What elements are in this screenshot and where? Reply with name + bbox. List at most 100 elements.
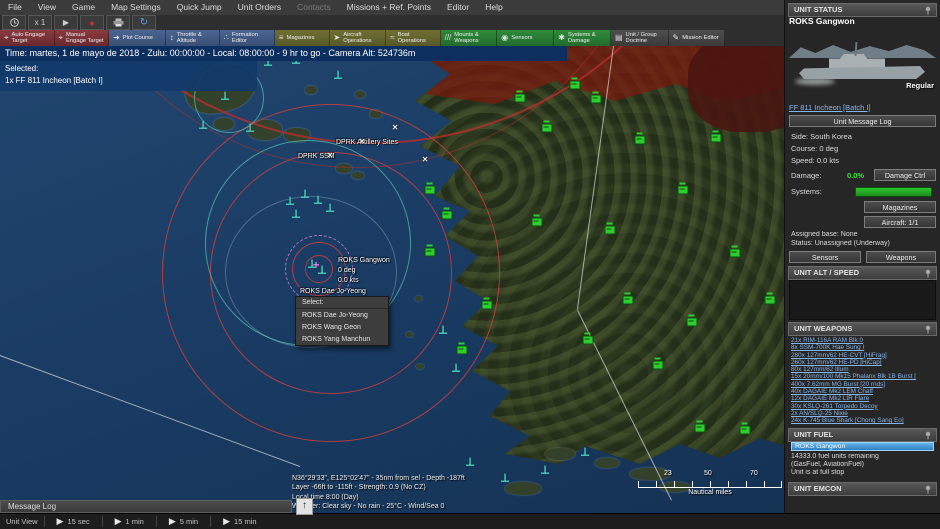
unit-class-link[interactable]: FF 811 Incheon [Batch I] [789, 103, 934, 112]
map-marker-navy[interactable]: ⊥ [198, 119, 208, 132]
mounts-weapons-button[interactable]: ///Mounts & Weapons [440, 30, 498, 46]
fuel-selected-unit-row[interactable]: ROKS Gangwon [791, 442, 934, 451]
weapon-link[interactable]: 260x 127mm/62 HE-PD [HiCap] [791, 359, 936, 366]
map-marker-navy[interactable]: ⊥ [313, 194, 323, 207]
map-marker-army[interactable] [514, 90, 526, 103]
damage-ctrl-button[interactable]: Damage Ctrl [874, 169, 936, 181]
context-menu-item[interactable]: ROKS Yang Manchun [296, 333, 388, 345]
record-button[interactable]: ● [80, 15, 104, 30]
aircraft-operations-button[interactable]: ➤ Aircraft Operations [329, 30, 387, 46]
weapon-link[interactable]: 80x 127mm/62 Illum [791, 366, 936, 373]
sensors-button[interactable]: ◉ Sensors [497, 30, 555, 46]
map-marker-army[interactable] [694, 420, 706, 433]
map-marker-xsite[interactable]: × [327, 151, 333, 162]
map-marker-army[interactable] [424, 244, 436, 257]
formation-editor-button[interactable]: ∴ Formation Editor [219, 30, 275, 46]
weapon-link[interactable]: 15x 20mm/100 Mk15 Phalanx Blk 1B Burst [ [791, 373, 936, 380]
map-marker-army[interactable] [652, 357, 664, 370]
weapons-sidebar-button[interactable]: Weapons [866, 251, 936, 263]
unit-status-header[interactable]: UNIT STATUS [788, 3, 937, 17]
weapon-link[interactable]: 400x 7.62mm MG Burst [20 rnds] [791, 381, 936, 388]
map-marker-navy[interactable]: ⊥ [451, 362, 461, 375]
map-marker-army[interactable] [582, 332, 594, 345]
throttle-altitude-button[interactable]: ↕ Throttle & Altitude [165, 30, 220, 46]
menu-editor[interactable]: Editor [439, 0, 477, 15]
time-step-5min-button[interactable]: ▶ 5 min [163, 516, 204, 527]
magazines-sidebar-button[interactable]: Magazines [864, 201, 936, 213]
manual-engage-target-button[interactable]: ⌖ Manual Engage Target [54, 30, 110, 46]
map-marker-army[interactable] [481, 297, 493, 310]
menu-unit-orders[interactable]: Unit Orders [230, 0, 289, 15]
map-marker-navy[interactable]: ⊥ [307, 258, 317, 271]
map-marker-army[interactable] [456, 342, 468, 355]
tactical-map[interactable]: DPRK Artillery Sites DPRK SSM ROKS Gangwon… [0, 46, 785, 513]
weapon-link[interactable]: 280x 127mm/62 HE-CVT [HiFrag] [791, 352, 936, 359]
map-marker-navy[interactable]: ⊥ [438, 324, 448, 337]
pin-icon[interactable] [924, 325, 932, 334]
map-marker-army[interactable] [710, 130, 722, 143]
time-step-1min-button[interactable]: ▶ 1 min [109, 516, 150, 527]
weapon-link[interactable]: 40x DAGAIE Mk2 LEM Chaff [791, 388, 936, 395]
map-marker-army[interactable] [590, 91, 602, 104]
unit-alt-speed-header[interactable]: UNIT ALT / SPEED [788, 266, 937, 280]
map-marker-navy[interactable]: ⊥ [220, 90, 230, 103]
sensors-sidebar-button[interactable]: Sensors [789, 251, 861, 263]
map-marker-army[interactable] [604, 222, 616, 235]
map-marker-army[interactable] [764, 292, 776, 305]
map-marker-navy[interactable]: ⊥ [300, 188, 310, 201]
menu-game[interactable]: Game [64, 0, 103, 15]
map-marker-navy[interactable]: ⊥ [291, 208, 301, 221]
message-log-panel-header[interactable]: Message Log [0, 500, 292, 513]
weapon-link[interactable]: 8x SSM-700K Hae Sung I [791, 344, 936, 351]
map-marker-navy[interactable]: ⊥ [317, 264, 327, 277]
menu-file[interactable]: File [0, 0, 30, 15]
time-step-15min-button[interactable]: ▶ 15 min [217, 516, 262, 527]
menu-view[interactable]: View [30, 0, 64, 15]
weapon-link[interactable]: 21x RIM-116A RAM Blk 0 [791, 337, 936, 344]
clock-icon[interactable] [2, 15, 26, 30]
time-compression-value[interactable]: x 1 [28, 15, 52, 30]
menu-quick-jump[interactable]: Quick Jump [169, 0, 230, 15]
weapon-link[interactable]: 2x AN/SLQ-25 Nixie [791, 410, 936, 417]
unit-weapons-header[interactable]: UNIT WEAPONS [788, 322, 937, 336]
map-marker-xsite[interactable]: × [422, 155, 428, 166]
time-step-15sec-button[interactable]: ▶ 15 sec [51, 516, 96, 527]
map-marker-army[interactable] [686, 314, 698, 327]
map-marker-army[interactable] [739, 422, 751, 435]
map-marker-army[interactable] [622, 292, 634, 305]
menu-map-settings[interactable]: Map Settings [103, 0, 169, 15]
map-marker-navy[interactable]: ⊥ [580, 446, 590, 459]
map-marker-navy[interactable]: ⊥ [465, 456, 475, 469]
map-marker-xsite[interactable]: × [392, 123, 398, 134]
mission-editor-button[interactable]: ✎ Mission Editor [668, 30, 726, 46]
map-marker-navy[interactable]: ⊥ [245, 122, 255, 135]
pin-icon[interactable] [924, 485, 932, 494]
menu-help[interactable]: Help [477, 0, 510, 15]
map-marker-army[interactable] [634, 132, 646, 145]
pin-icon[interactable] [924, 431, 932, 440]
boat-operations-button[interactable]: ≈ Boat Operations [386, 30, 441, 46]
weapon-link[interactable]: 12x DAGAIE Mk2 LIR Flare [791, 395, 936, 402]
map-marker-navy[interactable]: ⊥ [285, 195, 295, 208]
aircraft-button[interactable]: Aircraft: 1/1 [864, 216, 936, 228]
map-marker-navy[interactable]: ⊥ [333, 69, 343, 82]
magazines-button[interactable]: ≡ Magazines [274, 30, 330, 46]
map-marker-army[interactable] [424, 182, 436, 195]
pin-icon[interactable] [924, 269, 932, 278]
center-on-unit-button[interactable]: ↑ [296, 498, 313, 515]
menu-missions-ref-points[interactable]: Missions + Ref. Points [339, 0, 439, 15]
unit-emcon-header[interactable]: UNIT EMCON [788, 482, 937, 496]
context-menu-item[interactable]: ROKS Dae Jo-Yeong [296, 309, 388, 321]
weapon-link[interactable]: 24x K-745 Blue Shark [Chong Sang Eo] [791, 417, 936, 424]
systems-damage-button[interactable]: ✱ Systems & Damage [554, 30, 611, 46]
plot-course-button[interactable]: ➜ Plot Course [109, 30, 166, 46]
map-marker-army[interactable] [531, 214, 543, 227]
map-marker-navy[interactable]: ⊥ [325, 202, 335, 215]
map-marker-navy[interactable]: ⊥ [500, 472, 510, 485]
unit-group-doctrine-button[interactable]: ▤ Unit / Group Doctrine [610, 30, 669, 46]
auto-engage-target-button[interactable]: ⌖ Auto Engage Target [0, 30, 55, 46]
refresh-icon[interactable]: ↻ [132, 15, 156, 30]
unit-fuel-header[interactable]: UNIT FUEL [788, 428, 937, 442]
play-button[interactable]: ▶ [54, 15, 78, 30]
map-marker-army[interactable] [677, 182, 689, 195]
